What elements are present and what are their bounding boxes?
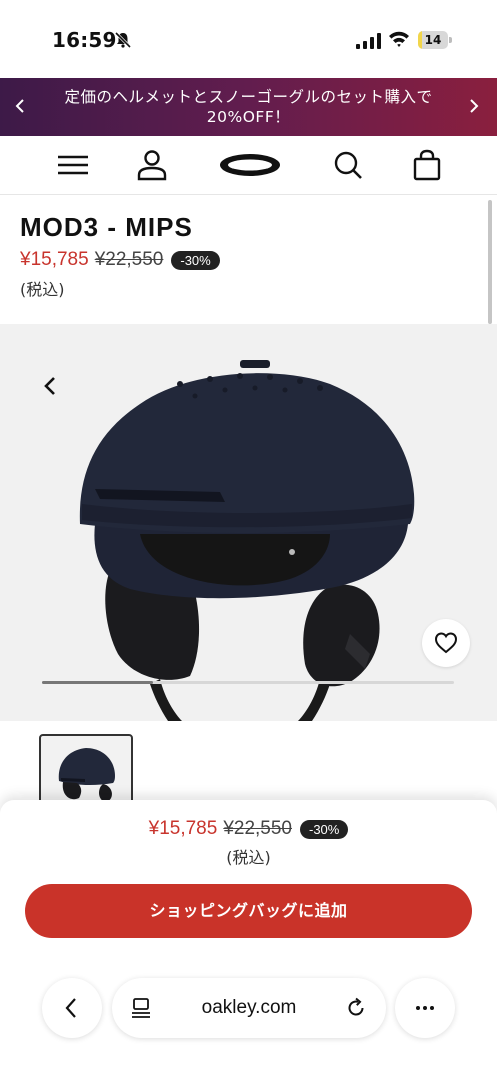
price-row: ¥15,785 ¥22,550 -30% — [20, 247, 220, 273]
back-icon — [65, 998, 76, 1018]
original-price: ¥22,550 — [94, 249, 164, 270]
heart-icon — [434, 632, 458, 654]
browser-more-button[interactable] — [395, 978, 455, 1038]
address-bar[interactable]: oakley.com — [112, 978, 386, 1038]
sticky-purchase-panel: ¥15,785 ¥22,550 -30% (税込) ショッピングバッグに追加 — [0, 800, 497, 960]
gallery-prev-icon[interactable] — [38, 372, 62, 400]
menu-icon[interactable] — [56, 149, 90, 181]
tax-note: (税込) — [20, 280, 65, 299]
search-icon[interactable] — [331, 149, 365, 181]
promo-banner[interactable]: 定価のヘルメットとスノーゴーグルのセット購入で20%OFF！ — [0, 78, 497, 136]
reload-icon[interactable] — [344, 996, 368, 1020]
account-icon[interactable] — [135, 149, 169, 181]
main-nav — [0, 136, 497, 195]
more-icon — [416, 1006, 434, 1010]
browser-toolbar: oakley.com — [0, 960, 497, 1080]
thumbnail-strip — [0, 721, 497, 812]
sale-price: ¥15,785 — [20, 249, 89, 270]
promo-text[interactable]: 定価のヘルメットとスノーゴーグルのセット購入で20%OFF！ — [38, 87, 459, 127]
oakley-logo-icon[interactable] — [216, 149, 284, 181]
wifi-icon — [389, 31, 409, 47]
battery-level-text: 14 — [424, 33, 442, 47]
status-bar: 16:59 14 — [0, 0, 497, 78]
gallery-progress-track — [42, 681, 454, 684]
battery-indicator: 14 — [418, 31, 454, 49]
promo-next-icon[interactable] — [464, 94, 484, 118]
favorite-button[interactable] — [422, 619, 470, 667]
browser-back-button[interactable] — [42, 978, 102, 1038]
page-scrollbar[interactable] — [488, 200, 492, 324]
bell-muted-icon — [114, 31, 132, 49]
sticky-price-row: ¥15,785 ¥22,550 -30% — [0, 818, 497, 840]
cellular-signal-icon — [356, 33, 381, 49]
sticky-discount-badge: -30% — [300, 819, 349, 839]
add-to-bag-button[interactable]: ショッピングバッグに追加 — [25, 884, 472, 938]
product-title: MOD3 - MIPS — [20, 212, 193, 242]
sticky-sale-price: ¥15,785 — [148, 818, 218, 839]
discount-badge: -30% — [171, 250, 220, 270]
gallery-progress-fill — [42, 681, 154, 684]
shopping-bag-icon[interactable] — [410, 149, 444, 181]
promo-prev-icon[interactable] — [10, 94, 30, 118]
sticky-tax-note: (税込) — [226, 848, 271, 867]
helmet-thumbnail-image — [58, 748, 115, 802]
product-image-gallery[interactable] — [0, 324, 497, 721]
status-time: 16:59 — [52, 28, 117, 52]
helmet-product-image — [79, 360, 415, 721]
sticky-original-price: ¥22,550 — [223, 818, 292, 839]
